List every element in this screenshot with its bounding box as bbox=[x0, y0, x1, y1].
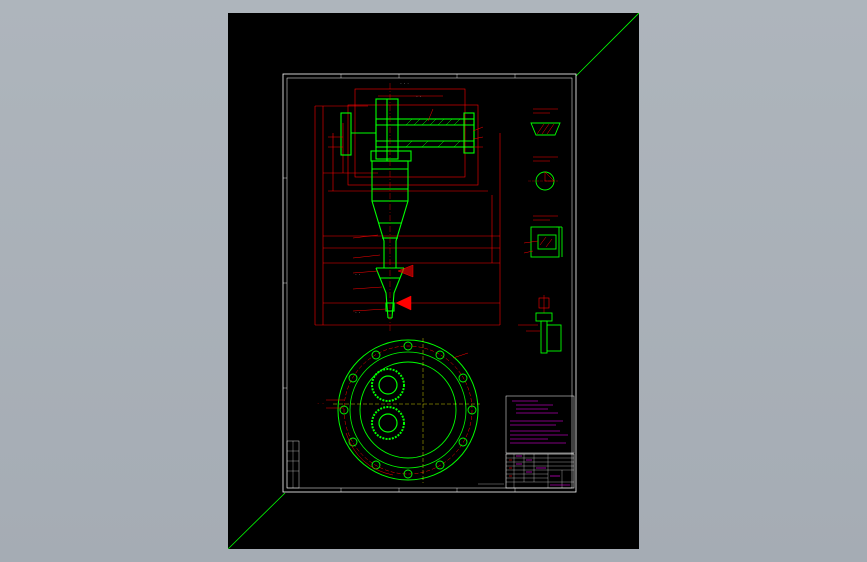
svg-text:- -: - - bbox=[355, 310, 361, 314]
detail-c bbox=[523, 215, 563, 258]
sheet-border bbox=[282, 73, 577, 493]
svg-text:- - -: - - - bbox=[400, 81, 409, 85]
hub-lower bbox=[371, 406, 405, 440]
corner-diagonal-top-right bbox=[575, 13, 639, 77]
svg-text:- -: - - bbox=[355, 272, 361, 276]
detail-d bbox=[518, 295, 562, 354]
section-details bbox=[518, 108, 563, 354]
title-block bbox=[478, 453, 575, 489]
cad-drawing: - - - - - - - - - - - bbox=[228, 13, 639, 549]
svg-text:- -: - - bbox=[416, 94, 422, 98]
cyclone-elevation-view: - - - - - - - - - bbox=[314, 81, 501, 331]
svg-text:- -: - - bbox=[317, 401, 324, 406]
flange-plan-view: - - bbox=[317, 338, 480, 483]
corner-diagonal-bottom-left bbox=[228, 492, 286, 549]
drawing-viewport[interactable]: - - - - - - - - - - - bbox=[228, 13, 639, 549]
detail-b bbox=[528, 156, 558, 191]
hub-upper bbox=[371, 368, 405, 402]
detail-a bbox=[530, 108, 561, 136]
technical-notes bbox=[505, 395, 575, 454]
